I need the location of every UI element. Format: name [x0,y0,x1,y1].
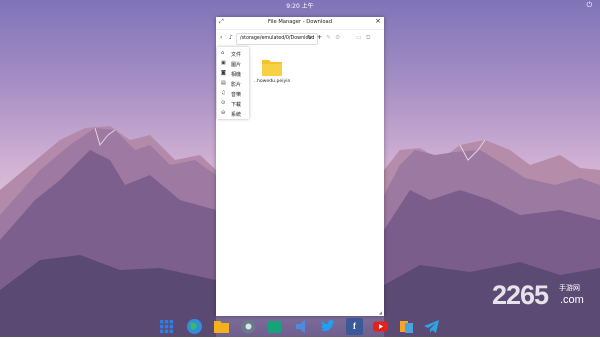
refresh-icon[interactable]: ↻ [307,31,312,45]
window-titlebar[interactable]: ⤢ File Manager - Download × [216,17,384,30]
sidebar-item-camera[interactable]: ◙ 相機 [217,69,249,79]
dock-app-facebook[interactable]: f [346,318,363,335]
sidebar-item-label: 文件 [231,51,242,58]
globe-icon [187,319,202,334]
system-icon: ⊖ [221,110,226,116]
file-manager-window: ⤢ File Manager - Download × ‹ ♪ /storage… [216,17,384,316]
folder-icon [262,60,282,76]
dock-app-windows[interactable] [398,318,415,335]
watermark-domain: .com [560,294,584,306]
film-icon: ▤ [221,80,226,86]
dock-app-store[interactable] [266,318,283,335]
folder-item[interactable]: ..howedu.peiyin [254,55,290,89]
twitter-icon [321,320,335,332]
sidebar-item-label: 系統 [231,111,242,118]
dock-app-settings[interactable] [240,318,257,335]
watermark-cn: 手游网 [559,284,580,292]
sidebar-item-music[interactable]: ♫ 音樂 [217,89,249,99]
resize-handle-icon[interactable]: ◢ [379,310,382,315]
grid-apps-icon [160,320,174,334]
sidebar-item-downloads[interactable]: ⊙ 下載 [217,99,249,109]
app-dock: f [156,316,444,337]
sidebar-item-files[interactable]: ⌂ 文件 [217,49,249,59]
close-icon[interactable]: × [375,17,381,25]
status-bar: 9:20 上午 ⏻ [0,0,600,12]
sidebar-item-label: 相機 [231,71,242,78]
path-bar[interactable]: /storage/emulated/0/Download [236,33,318,45]
download-icon: ⊙ [221,100,226,106]
places-sidebar: ⌂ 文件 ▣ 圖片 ◙ 相機 ▤ 影片 ♫ 音樂 ⊙ 下載 ⊖ 系統 [217,47,249,119]
dock-app-twitter[interactable] [319,318,336,335]
settings-icon[interactable]: ⚙ [335,31,340,45]
store-icon [268,321,281,333]
clock: 9:20 上午 [286,3,314,10]
copy-icon[interactable]: ⧉ [366,31,370,45]
sidebar-item-label: 下載 [231,101,242,108]
power-icon[interactable]: ⏻ [586,1,592,9]
settings-icon [241,319,256,334]
watermark-number: 2265 [492,280,549,310]
watermark-logo: 2265 手游网 .com [492,280,600,326]
sidebar-item-system[interactable]: ⊖ 系統 [217,109,249,119]
sidebar-item-label: 音樂 [231,91,242,98]
sidebar-item-label: 圖片 [231,61,242,68]
facebook-icon: f [346,318,363,335]
telegram-icon [424,320,439,333]
select-icon[interactable]: ▭ [356,31,362,45]
home-icon: ⌂ [221,50,225,56]
folder-icon [214,321,229,333]
sidebar-item-pictures[interactable]: ▣ 圖片 [217,59,249,69]
dock-app-files[interactable] [213,318,230,335]
camera-icon: ◙ [221,70,226,76]
speaker-icon [296,320,305,333]
dock-app-launcher[interactable] [158,318,175,335]
chevron-left-icon[interactable]: ‹ [220,31,222,45]
image-icon: ▣ [221,60,226,66]
music-note-icon: ♪ [229,34,233,41]
dock-app-youtube[interactable] [372,318,389,335]
plus-icon[interactable]: + [317,31,322,45]
music-icon: ♫ [221,90,226,96]
path-text: /storage/emulated/0/Download [240,35,315,41]
file-name: ..howedu.peiyin [254,79,291,84]
windows-icon [400,321,413,333]
file-toolbar: ‹ ♪ /storage/emulated/0/Download ↻ + ✎ ⚙… [216,31,384,45]
sidebar-item-label: 影片 [231,81,242,88]
window-title: File Manager - Download [267,19,333,25]
edit-icon[interactable]: ✎ [326,31,331,45]
youtube-icon [373,321,388,332]
dock-app-speaker[interactable] [293,318,310,335]
dock-app-browser[interactable] [186,318,203,335]
sidebar-item-videos[interactable]: ▤ 影片 [217,79,249,89]
dock-app-telegram[interactable] [423,318,440,335]
